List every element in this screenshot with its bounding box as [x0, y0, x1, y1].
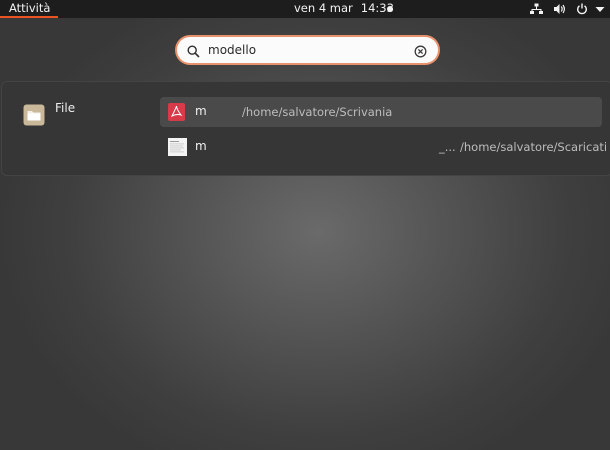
volume-icon[interactable]: [551, 1, 567, 17]
network-icon[interactable]: [528, 1, 544, 17]
search-icon: [187, 43, 200, 62]
date-label: ven 4 mar: [294, 1, 353, 15]
date-time-button[interactable]: ven 4 mar 14:33: [294, 0, 394, 17]
search-input[interactable]: [208, 41, 398, 59]
activities-label: Attività: [9, 1, 51, 15]
result-snippet: _...: [439, 140, 456, 154]
search-box[interactable]: [177, 37, 438, 63]
result-item[interactable]: m /home/salvatore/Scrivania: [160, 97, 602, 127]
clear-icon[interactable]: [414, 43, 427, 62]
power-icon[interactable]: [574, 1, 590, 17]
search-results-panel: File m /home/salvatore/Scrivania m _... …: [1, 81, 610, 176]
folder-icon[interactable]: [23, 104, 45, 130]
top-bar: Attività ven 4 mar 14:33: [0, 0, 610, 18]
activities-button[interactable]: Attività: [0, 0, 58, 18]
result-path: /home/salvatore/Scrivania: [242, 105, 393, 119]
provider-label: File: [55, 101, 76, 115]
notification-dot-icon: [387, 6, 393, 12]
pdf-icon: [168, 103, 185, 125]
result-path: /home/salvatore/Scaricati: [460, 140, 608, 154]
document-thumbnail-icon: [168, 138, 187, 160]
result-name: m: [195, 104, 207, 118]
result-name: m: [195, 139, 207, 153]
menu-arrow-icon[interactable]: [593, 1, 607, 17]
result-item[interactable]: m _... /home/salvatore/Scaricati: [160, 132, 607, 162]
